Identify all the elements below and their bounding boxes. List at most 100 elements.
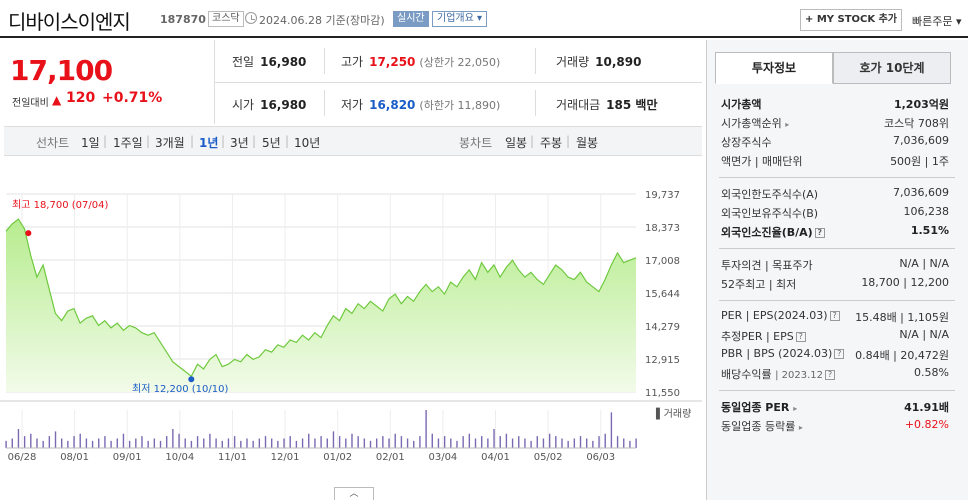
volume-bar	[135, 438, 137, 448]
realtime-button[interactable]: 실시간	[393, 11, 429, 27]
volume-bar	[530, 440, 532, 448]
candle-weekly[interactable]: 주봉	[540, 134, 562, 151]
volume-bar	[104, 436, 106, 448]
volume-bar	[345, 438, 347, 448]
volume-bar	[159, 440, 162, 448]
dividend-row: 배당수익률 | 2023.12? 0.58%	[721, 366, 949, 381]
volume-bar	[85, 438, 88, 448]
volume-bar	[184, 438, 186, 448]
shares-row: 상장주식수 7,036,609	[721, 134, 949, 149]
x-tick-label: 02/01	[376, 452, 405, 463]
separator: |	[252, 134, 257, 148]
quick-order-dropdown[interactable]: 빠른주문 ▾	[912, 13, 962, 29]
price-chart[interactable]: 19,737 18,373 17,008 15,644 14,279 12,915 11,5…	[0, 158, 702, 498]
x-tick-label: 06/28	[8, 452, 37, 463]
volume-bar	[141, 436, 143, 448]
candle-chart-label: 봉차트	[459, 136, 493, 150]
volume-bar	[98, 438, 100, 448]
period-1w[interactable]: 1주일	[113, 134, 143, 151]
help-icon[interactable]: ?	[829, 311, 840, 321]
high-price: 고가 17,250 (상한가 22,050)	[341, 55, 501, 69]
help-icon[interactable]: ?	[814, 228, 825, 238]
corp-info-dropdown[interactable]: 기업개요 ▾	[432, 11, 487, 27]
line-chart-label: 선차트	[36, 136, 70, 150]
x-tick-label: 12/01	[271, 452, 300, 463]
divider	[719, 300, 955, 301]
period-1y[interactable]: 1년	[199, 134, 218, 151]
volume-bar	[493, 429, 495, 448]
x-tick-label: 09/01	[113, 452, 142, 463]
volume-bar	[258, 438, 261, 448]
volume-bar	[5, 440, 7, 448]
separator: |	[103, 134, 108, 148]
period-1d[interactable]: 1일	[81, 134, 100, 151]
y-tick-label: 11,550	[645, 388, 680, 399]
tab-investment-info[interactable]: 투자정보	[715, 52, 833, 84]
volume-bar	[369, 440, 372, 448]
tab-order-book[interactable]: 호가 10단계	[833, 52, 951, 84]
volume-bar	[320, 436, 322, 448]
y-tick-label: 15,644	[645, 289, 680, 300]
x-tick-label: 05/02	[534, 452, 563, 463]
volume-bar	[209, 433, 211, 448]
separator: |	[530, 134, 535, 148]
low-annotation: 최저 12,200 (10/10)	[132, 383, 228, 395]
volume-bar	[17, 429, 20, 448]
help-icon[interactable]: ?	[834, 349, 845, 359]
period-3y[interactable]: 3년	[230, 134, 249, 151]
volume-bar	[375, 438, 378, 448]
volume-bar	[122, 433, 125, 448]
divider	[214, 82, 702, 83]
y-tick-label: 18,373	[645, 223, 680, 234]
collapse-button[interactable]: ︿	[334, 487, 374, 500]
volume-bar	[499, 436, 501, 448]
volume-bar	[178, 433, 180, 448]
volume-bar	[240, 440, 242, 448]
volume-bar	[91, 440, 94, 448]
volume-bar	[425, 410, 427, 448]
volume-bar	[536, 436, 538, 448]
prev-close: 전일 16,980	[232, 55, 307, 69]
divider	[324, 48, 325, 74]
foreign-hold-row: 외국인보유주식수(B) 106,238	[721, 205, 949, 220]
x-tick-label: 08/01	[60, 452, 89, 463]
volume-bar	[332, 431, 335, 448]
volume-bar	[567, 440, 569, 448]
volume-bar	[363, 438, 366, 448]
volume-bar	[585, 438, 588, 448]
price-chart-svg: 19,737 18,373 17,008 15,644 14,279 12,915 11,5…	[0, 190, 702, 463]
period-10y[interactable]: 10년	[294, 134, 320, 151]
add-mystock-button[interactable]: + MY STOCK 추가	[800, 9, 902, 31]
stock-code: 187870	[160, 13, 206, 26]
help-icon[interactable]: ?	[825, 370, 836, 380]
volume-bar	[573, 438, 576, 448]
foreign-limit-row: 외국인한도주식수(A) 7,036,609	[721, 186, 949, 201]
period-5y[interactable]: 5년	[262, 134, 281, 151]
separator: |	[190, 134, 195, 148]
x-tick-label: 06/03	[586, 452, 615, 463]
52week-row: 52주최고 | 최저 18,700 | 12,200	[721, 276, 949, 291]
volume-bar	[270, 438, 273, 448]
separator: |	[221, 134, 226, 148]
divider	[719, 248, 955, 249]
volume-bar	[462, 436, 464, 448]
x-tick-label: 11/01	[218, 452, 247, 463]
volume-bar	[79, 433, 81, 448]
period-3m[interactable]: 3개월	[155, 134, 185, 151]
price-change: 120	[66, 90, 96, 106]
volume-bar	[431, 433, 433, 448]
help-icon[interactable]: ?	[795, 332, 806, 342]
candle-daily[interactable]: 일봉	[505, 134, 527, 151]
volume-bar	[110, 440, 112, 448]
opinion-row: 투자의견 | 목표주가 N/A | N/A	[721, 257, 949, 272]
x-tick-label: 10/04	[165, 452, 194, 463]
trade-amount: 거래대금 185 백만	[556, 98, 658, 112]
volume-bar	[437, 438, 440, 448]
stock-name: 디바이스이엔지	[8, 10, 131, 34]
volume-bar	[23, 436, 26, 448]
stock-header: 디바이스이엔지 187870 코스닥 2024.06.28 기준(장마감) 실시…	[0, 0, 968, 38]
volume-bar	[42, 440, 44, 448]
candle-monthly[interactable]: 월봉	[576, 134, 598, 151]
x-tick-label: 03/04	[428, 452, 457, 463]
high-marker	[25, 230, 32, 237]
